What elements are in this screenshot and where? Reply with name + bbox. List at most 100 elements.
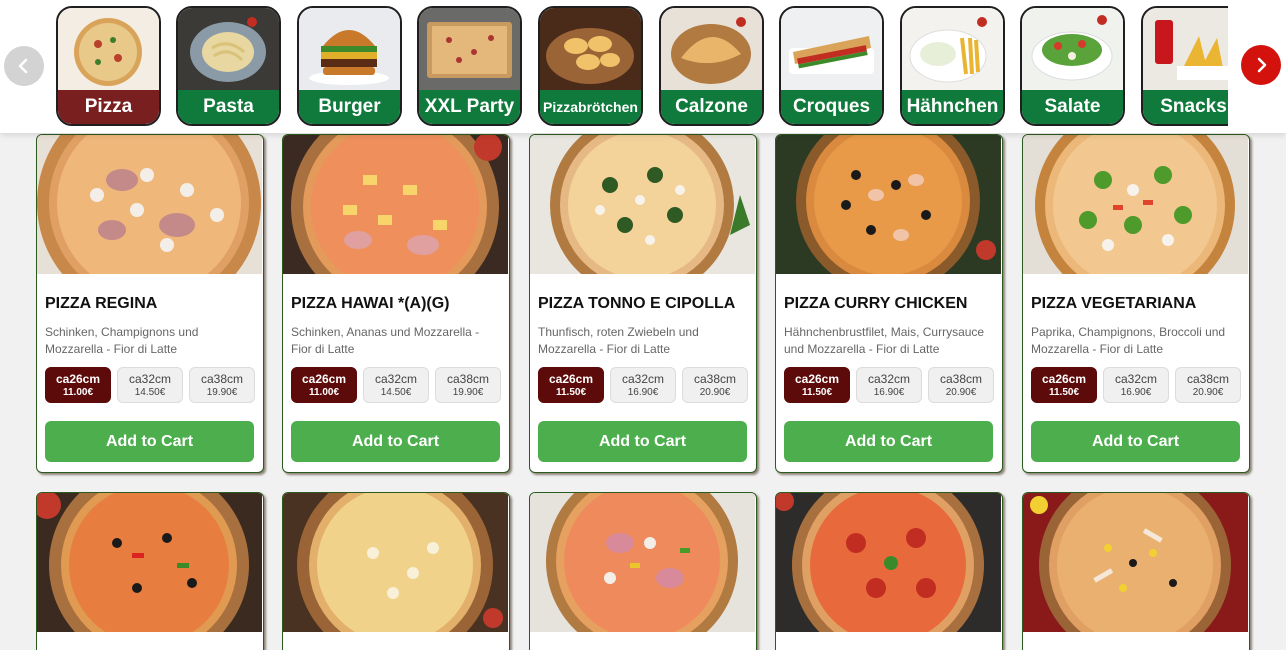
category-salate[interactable]: Salate bbox=[1020, 6, 1125, 126]
size-label: ca38cm bbox=[693, 371, 737, 386]
pizzabroetchen-thumbnail bbox=[540, 8, 641, 90]
size-price: 11.50€ bbox=[1048, 386, 1080, 398]
size-option[interactable]: ca26cm 11.50€ bbox=[538, 367, 604, 403]
salate-thumbnail bbox=[1022, 8, 1123, 90]
product-name: PIZZA CURRY CHICKEN bbox=[784, 295, 968, 312]
category-snacks[interactable]: Snacks bbox=[1141, 6, 1228, 126]
size-options: ca26cm 11.00€ ca32cm 14.50€ ca38cm 19.90€ bbox=[45, 367, 255, 403]
size-option[interactable]: ca26cm 11.50€ bbox=[784, 367, 850, 403]
product-image bbox=[776, 493, 1001, 632]
haehnchen-thumbnail bbox=[902, 8, 1003, 90]
add-to-cart-button[interactable]: Add to Cart bbox=[784, 421, 993, 462]
size-option[interactable]: ca32cm 16.90€ bbox=[610, 367, 676, 403]
size-label: ca38cm bbox=[939, 371, 983, 386]
product-name: PIZZA HAWAI *(A)(G) bbox=[291, 295, 450, 312]
product-card: PIZZA TONNO E CIPOLLA Thunfisch, roten Z… bbox=[529, 134, 757, 473]
product-card bbox=[282, 492, 510, 650]
category-burger[interactable]: Burger bbox=[297, 6, 402, 126]
category-haehnchen[interactable]: Hähnchen bbox=[900, 6, 1005, 126]
size-option[interactable]: ca38cm 20.90€ bbox=[682, 367, 748, 403]
size-label: ca38cm bbox=[446, 371, 490, 386]
size-option[interactable]: ca38cm 19.90€ bbox=[435, 367, 501, 403]
category-label: Salate bbox=[1022, 90, 1123, 124]
size-label: ca32cm bbox=[867, 371, 911, 386]
product-image bbox=[1023, 493, 1248, 632]
size-label: ca38cm bbox=[200, 371, 244, 386]
size-price: 11.50€ bbox=[555, 386, 587, 398]
size-price: 19.90€ bbox=[206, 386, 238, 398]
product-card: PIZZA REGINA Schinken, Champignons und M… bbox=[36, 134, 264, 473]
size-label: ca26cm bbox=[794, 371, 840, 386]
size-price: 19.90€ bbox=[452, 386, 484, 398]
product-card: PIZZA CURRY CHICKEN Hähnchenbrustfilet, … bbox=[775, 134, 1003, 473]
size-option[interactable]: ca26cm 11.00€ bbox=[45, 367, 111, 403]
size-label: ca26cm bbox=[301, 371, 347, 386]
size-price: 14.50€ bbox=[134, 386, 166, 398]
size-option[interactable]: ca32cm 14.50€ bbox=[363, 367, 429, 403]
product-card bbox=[529, 492, 757, 650]
category-calzone[interactable]: Calzone bbox=[659, 6, 764, 126]
category-label: XXL Party bbox=[419, 90, 520, 124]
category-croques[interactable]: Croques bbox=[779, 6, 884, 126]
category-track: Pizza Pasta Burger XXL Party Pizzabrötch… bbox=[56, 6, 1228, 128]
pasta-thumbnail bbox=[178, 8, 279, 90]
size-label: ca32cm bbox=[374, 371, 418, 386]
add-to-cart-button[interactable]: Add to Cart bbox=[291, 421, 500, 462]
product-description: Paprika, Champignons, Broccoli und Mozza… bbox=[1031, 325, 1226, 356]
size-option[interactable]: ca26cm 11.00€ bbox=[291, 367, 357, 403]
size-option[interactable]: ca32cm 14.50€ bbox=[117, 367, 183, 403]
product-image bbox=[776, 135, 1001, 274]
scroll-right-button[interactable] bbox=[1241, 45, 1281, 85]
snacks-thumbnail bbox=[1143, 8, 1228, 90]
add-to-cart-button[interactable]: Add to Cart bbox=[538, 421, 747, 462]
add-to-cart-button[interactable]: Add to Cart bbox=[1031, 421, 1240, 462]
scroll-left-button[interactable] bbox=[4, 46, 44, 86]
product-card: PIZZA VEGETARIANA Paprika, Champignons, … bbox=[1022, 134, 1250, 473]
size-option[interactable]: ca38cm 20.90€ bbox=[1175, 367, 1241, 403]
size-price: 11.50€ bbox=[801, 386, 833, 398]
product-image bbox=[37, 493, 262, 632]
size-label: ca32cm bbox=[1114, 371, 1158, 386]
size-options: ca26cm 11.00€ ca32cm 14.50€ ca38cm 19.90€ bbox=[291, 367, 501, 403]
product-card bbox=[775, 492, 1003, 650]
size-price: 14.50€ bbox=[380, 386, 412, 398]
product-description: Schinken, Champignons und Mozzarella - F… bbox=[45, 325, 199, 356]
product-image bbox=[283, 493, 508, 632]
size-price: 20.90€ bbox=[945, 386, 977, 398]
category-label: Pizzabrötchen bbox=[540, 90, 641, 124]
product-image bbox=[530, 493, 755, 632]
pizza-thumbnail bbox=[58, 8, 159, 90]
size-label: ca26cm bbox=[55, 371, 101, 386]
category-xxl-party[interactable]: XXL Party bbox=[417, 6, 522, 126]
size-label: ca38cm bbox=[1186, 371, 1230, 386]
product-description: Thunfisch, roten Zwiebeln und Mozzarella… bbox=[538, 325, 699, 356]
size-price: 16.90€ bbox=[1120, 386, 1152, 398]
category-pasta[interactable]: Pasta bbox=[176, 6, 281, 126]
size-option[interactable]: ca32cm 16.90€ bbox=[1103, 367, 1169, 403]
size-option[interactable]: ca32cm 16.90€ bbox=[856, 367, 922, 403]
category-pizza[interactable]: Pizza bbox=[56, 6, 161, 126]
category-label: Snacks bbox=[1143, 90, 1228, 124]
size-label: ca32cm bbox=[621, 371, 665, 386]
product-image bbox=[283, 135, 508, 274]
size-label: ca32cm bbox=[128, 371, 172, 386]
xxl-party-thumbnail bbox=[419, 8, 520, 90]
category-pizzabroetchen[interactable]: Pizzabrötchen bbox=[538, 6, 643, 126]
size-price: 20.90€ bbox=[1192, 386, 1224, 398]
size-options: ca26cm 11.50€ ca32cm 16.90€ ca38cm 20.90€ bbox=[538, 367, 748, 403]
category-label: Burger bbox=[299, 90, 400, 124]
size-price: 11.00€ bbox=[308, 386, 340, 398]
add-to-cart-button[interactable]: Add to Cart bbox=[45, 421, 254, 462]
product-name: PIZZA REGINA bbox=[45, 295, 158, 312]
size-option[interactable]: ca26cm 11.50€ bbox=[1031, 367, 1097, 403]
category-label: Pizza bbox=[58, 90, 159, 124]
size-option[interactable]: ca38cm 20.90€ bbox=[928, 367, 994, 403]
size-price: 16.90€ bbox=[627, 386, 659, 398]
product-card: PIZZA HAWAI *(A)(G) Schinken, Ananas und… bbox=[282, 134, 510, 473]
size-label: ca26cm bbox=[548, 371, 594, 386]
chevron-right-icon bbox=[1257, 57, 1267, 73]
product-description: Schinken, Ananas und Mozzarella - Fior d… bbox=[291, 325, 480, 356]
size-option[interactable]: ca38cm 19.90€ bbox=[189, 367, 255, 403]
product-description: Hähnchenbrustfilet, Mais, Currysauce und… bbox=[784, 325, 985, 356]
size-options: ca26cm 11.50€ ca32cm 16.90€ ca38cm 20.90€ bbox=[1031, 367, 1241, 403]
